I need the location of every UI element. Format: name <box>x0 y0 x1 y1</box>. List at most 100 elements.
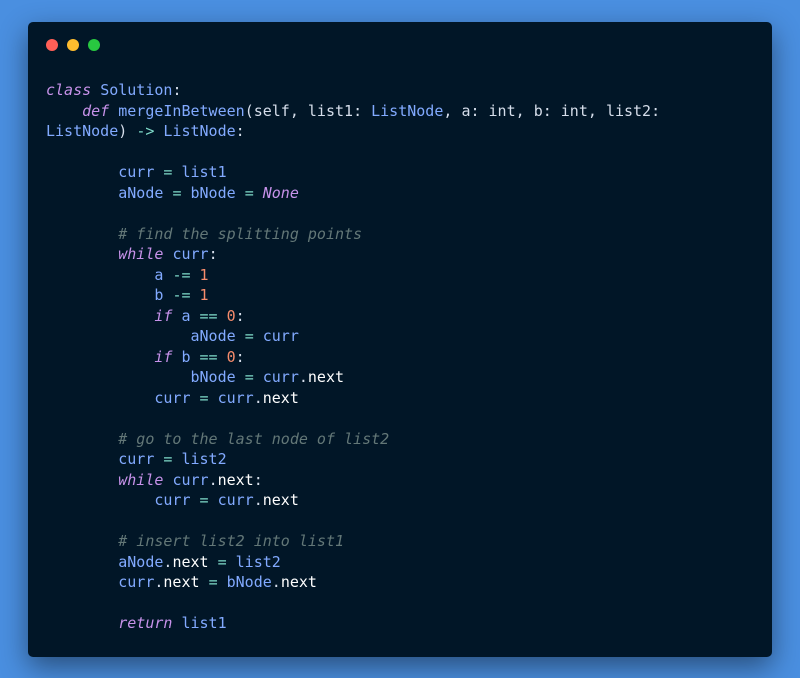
none-literal-token: None <box>262 183 299 202</box>
number-token: 1 <box>199 286 209 304</box>
code-line: curr = list1 <box>46 162 762 183</box>
maximize-dot-icon[interactable] <box>88 39 100 51</box>
code-window: class Solution: def mergeInBetween(self,… <box>28 22 772 657</box>
code-line: return list1 <box>46 613 762 634</box>
punctuation-token: . <box>271 573 281 591</box>
punctuation-token: , <box>289 101 308 120</box>
property-token: next <box>172 552 209 571</box>
minimize-dot-icon[interactable] <box>67 39 79 51</box>
identifier-token: aNode <box>118 183 164 202</box>
operator-token: = <box>199 491 209 509</box>
identifier-token: list2 <box>181 450 227 468</box>
property-token: next <box>217 470 254 489</box>
code-line: curr = list2 <box>46 449 762 470</box>
punctuation-token: , <box>443 101 462 120</box>
identifier-token: curr <box>118 573 155 591</box>
operator-token: = <box>244 183 254 202</box>
operator-token: = <box>217 552 227 571</box>
punctuation-token: : <box>235 122 245 140</box>
punctuation-token: : <box>353 101 372 120</box>
code-line: # go to the last node of list2 <box>46 429 762 450</box>
identifier-token: b <box>181 347 191 366</box>
operator-token: -= <box>172 286 191 304</box>
close-dot-icon[interactable] <box>46 39 58 51</box>
operator-token: == <box>199 306 218 325</box>
property-token: next <box>262 388 299 407</box>
code-line: while curr: <box>46 244 762 265</box>
code-line: ListNode) -> ListNode: <box>46 121 762 142</box>
code-line: if b == 0: <box>46 347 762 368</box>
operator-token: == <box>199 347 218 366</box>
code-line: aNode = bNode = None <box>46 183 762 204</box>
punctuation-token: : <box>470 101 489 120</box>
operator-token: -= <box>172 265 191 284</box>
comment-token: # go to the last node of list2 <box>118 429 390 448</box>
punctuation-token: ) <box>118 122 137 140</box>
identifier-token: aNode <box>118 552 164 571</box>
code-line: # insert list2 into list1 <box>46 531 762 552</box>
code-line: if a == 0: <box>46 306 762 327</box>
property-token: next <box>262 491 299 509</box>
number-token: 1 <box>199 265 209 284</box>
code-line: def mergeInBetween(self, list1: ListNode… <box>46 101 762 122</box>
identifier-token: curr <box>262 368 299 386</box>
operator-token: = <box>208 573 218 591</box>
punctuation-token: : <box>542 101 561 120</box>
identifier-token: curr <box>172 245 209 263</box>
identifier-token: curr <box>217 388 254 407</box>
punctuation-token: , <box>587 101 606 120</box>
keyword-token: if <box>154 347 173 366</box>
code-line: curr = curr.next <box>46 490 762 511</box>
identifier-token: curr <box>118 163 155 181</box>
keyword-token: if <box>154 306 173 325</box>
punctuation-token: , <box>515 101 534 120</box>
punctuation-token: : <box>253 470 263 489</box>
identifier-token: bNode <box>190 368 236 386</box>
identifier-token: bNode <box>226 573 272 591</box>
number-token: 0 <box>226 347 236 366</box>
parameter-token: int <box>488 101 516 120</box>
window-controls <box>46 39 100 51</box>
parameter-token: self <box>253 101 290 120</box>
property-token: next <box>307 368 345 386</box>
punctuation-token: ( <box>244 101 254 120</box>
identifier-token: curr <box>262 327 299 345</box>
number-token: 0 <box>226 306 236 325</box>
type-token: ListNode <box>371 101 444 120</box>
operator-token: = <box>199 388 209 407</box>
punctuation-token: : <box>235 347 245 366</box>
identifier-token: curr <box>217 491 254 509</box>
punctuation-token: : <box>651 101 661 120</box>
